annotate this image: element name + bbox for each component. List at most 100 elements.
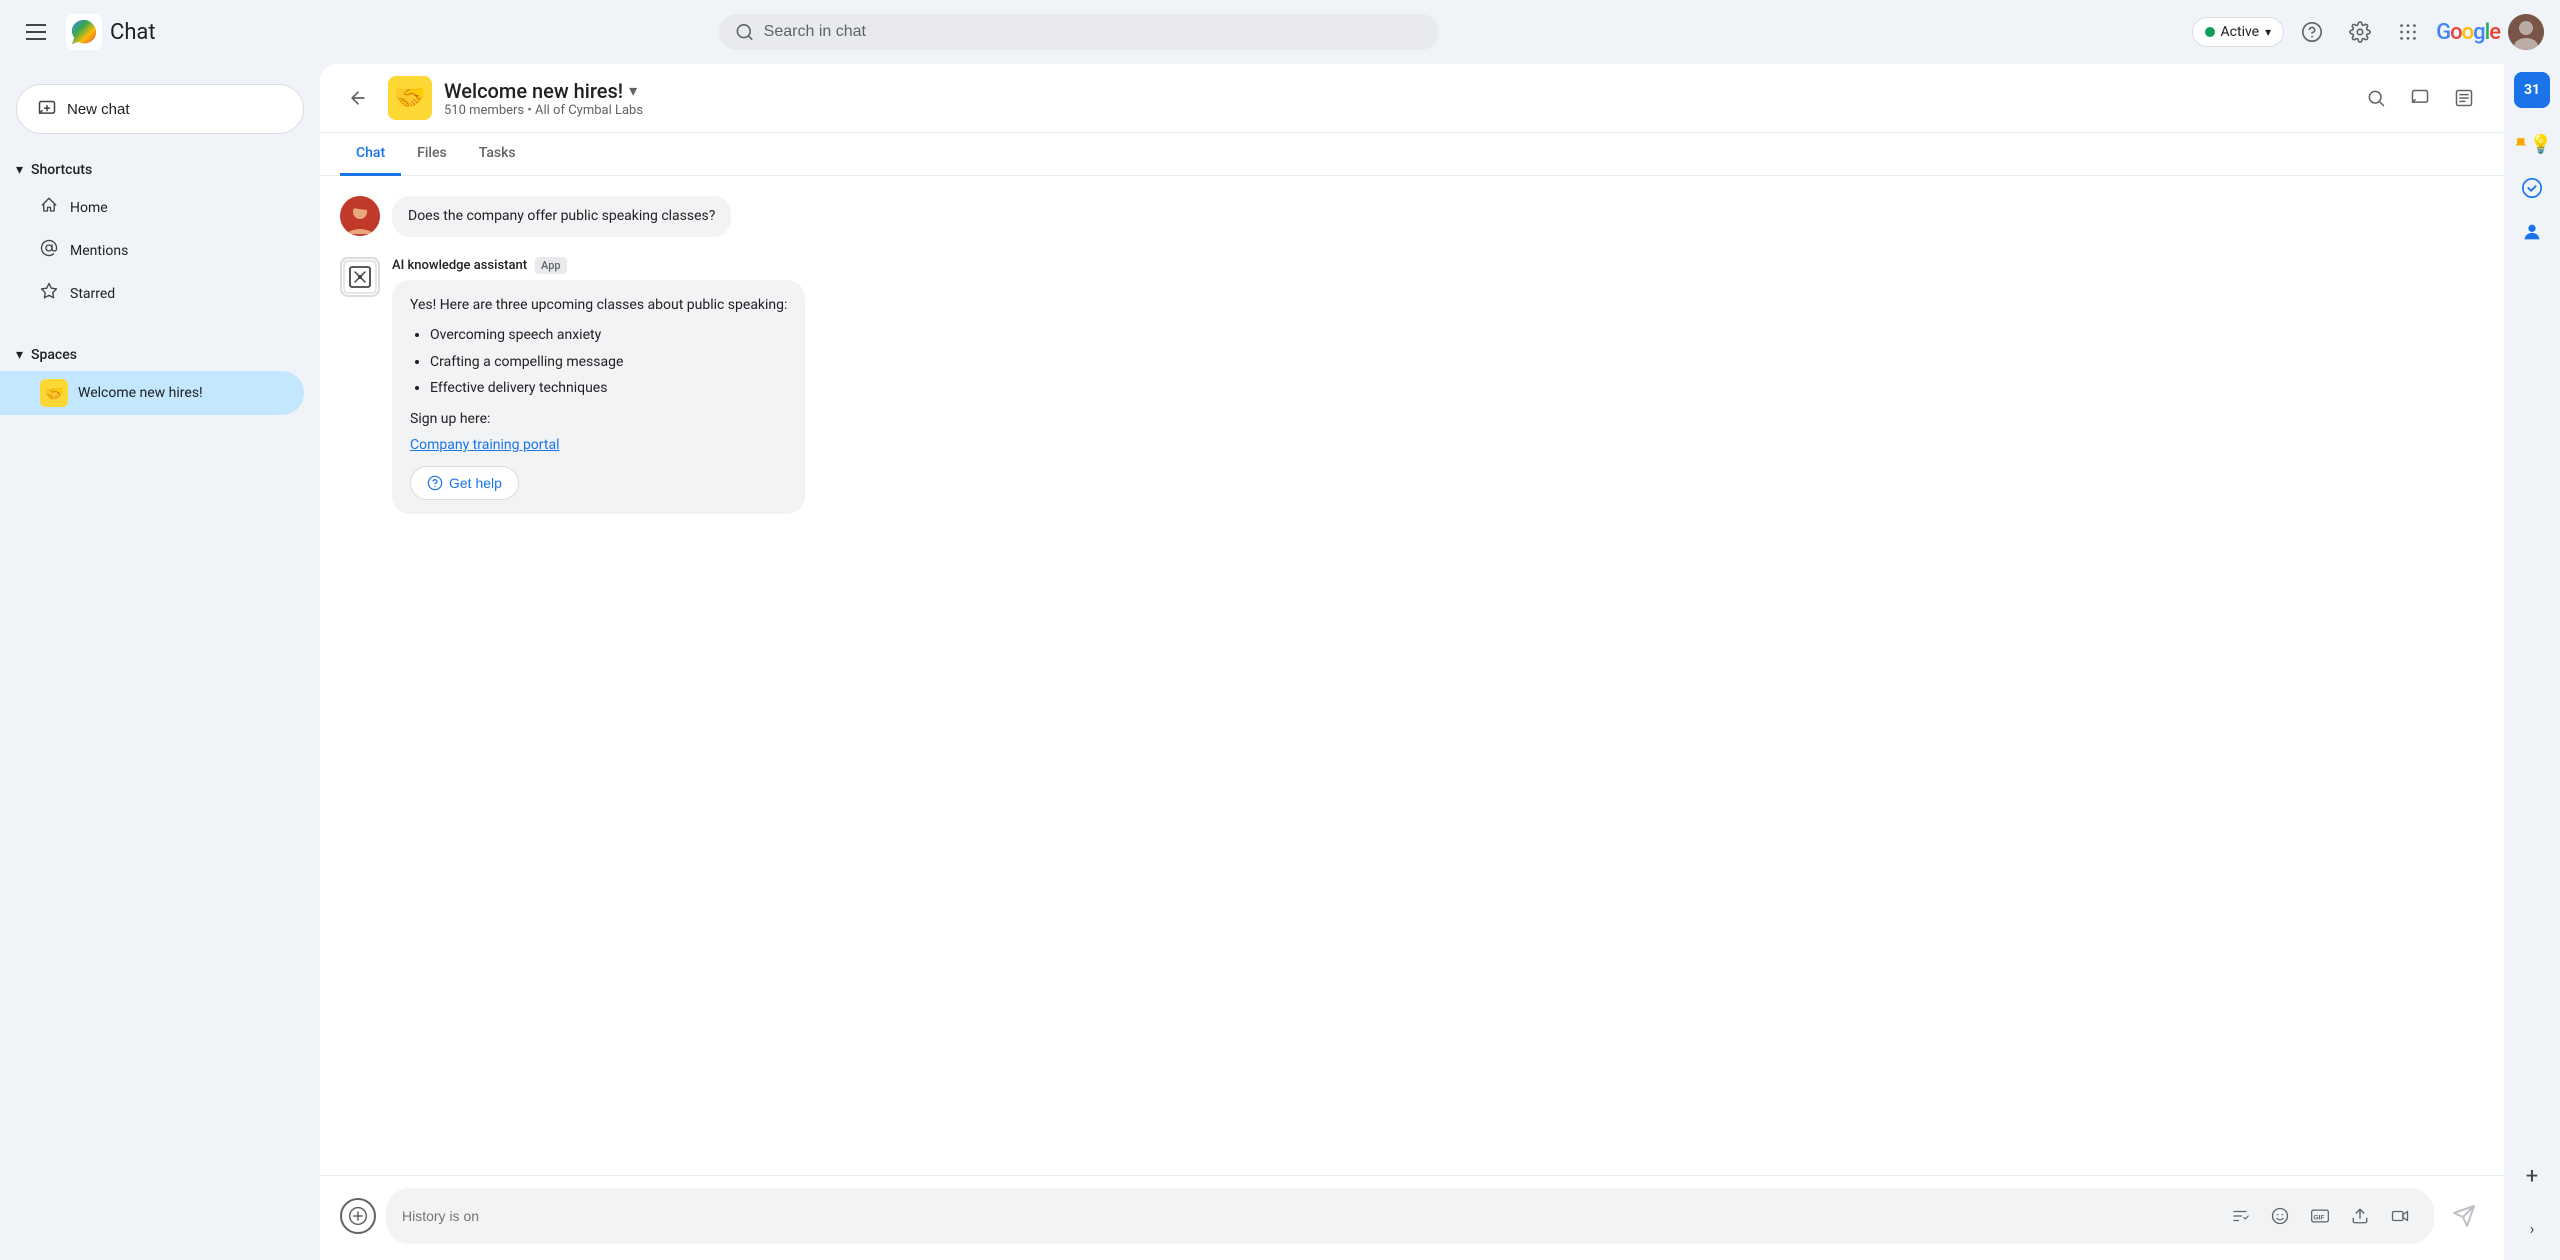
search-input-wrap[interactable] bbox=[719, 14, 1439, 50]
home-icon bbox=[40, 196, 58, 219]
add-apps-button[interactable]: + bbox=[2512, 1156, 2552, 1196]
ai-sender-name: AI knowledge assistant bbox=[392, 258, 527, 273]
sidebar-item-home[interactable]: Home bbox=[0, 186, 304, 229]
settings-icon bbox=[2349, 21, 2371, 43]
app-badge: App bbox=[535, 257, 567, 274]
threads-button[interactable] bbox=[2400, 78, 2440, 118]
input-actions: GIF bbox=[2222, 1198, 2418, 1234]
mentions-icon bbox=[40, 239, 58, 262]
search-input[interactable] bbox=[764, 23, 1423, 41]
ai-bot-icon bbox=[342, 259, 378, 295]
signup-text: Sign up here: bbox=[410, 408, 787, 430]
get-help-button[interactable]: Get help bbox=[410, 466, 519, 500]
shortcuts-label: Shortcuts bbox=[31, 162, 92, 178]
get-help-icon bbox=[427, 475, 443, 491]
right-sidebar: 31 💡 + › bbox=[2504, 64, 2560, 1260]
chat-header-actions bbox=[2356, 78, 2484, 118]
message-input[interactable] bbox=[402, 1208, 2214, 1224]
main-layout: New chat ▾ Shortcuts Home bbox=[0, 64, 2560, 1260]
sidebar-item-starred[interactable]: Starred bbox=[0, 272, 304, 315]
add-attachment-button[interactable] bbox=[340, 1198, 376, 1234]
right-tasks-button[interactable] bbox=[2512, 168, 2552, 208]
right-contacts-button[interactable] bbox=[2512, 212, 2552, 252]
chat-header: 🤝 Welcome new hires! ▾ 510 members • All… bbox=[320, 64, 2504, 133]
gif-icon: GIF bbox=[2310, 1206, 2330, 1226]
new-chat-button[interactable]: New chat bbox=[16, 84, 304, 134]
apps-button[interactable] bbox=[2388, 12, 2428, 52]
send-button[interactable] bbox=[2444, 1196, 2484, 1236]
tab-files[interactable]: Files bbox=[401, 133, 463, 176]
contacts-icon bbox=[2521, 221, 2543, 243]
new-chat-label: New chat bbox=[67, 101, 130, 118]
logo-area: Chat bbox=[66, 14, 156, 50]
summary-button[interactable] bbox=[2444, 78, 2484, 118]
settings-button[interactable] bbox=[2340, 12, 2380, 52]
message-row: Does the company offer public speaking c… bbox=[340, 196, 2484, 237]
spaces-label: Spaces bbox=[31, 347, 77, 363]
chat-area: 🤝 Welcome new hires! ▾ 510 members • All… bbox=[320, 64, 2504, 1260]
video-icon bbox=[2391, 1207, 2409, 1225]
message-input-wrap[interactable]: GIF bbox=[386, 1188, 2434, 1244]
top-bar-right: Active ▾ bbox=[2192, 12, 2544, 52]
emoji-button[interactable] bbox=[2262, 1198, 2298, 1234]
top-bar: Chat Active ▾ bbox=[0, 0, 2560, 64]
ai-sender-line: AI knowledge assistant App bbox=[392, 257, 805, 274]
spaces-chevron-icon: ▾ bbox=[16, 347, 23, 363]
input-bar: GIF bbox=[320, 1175, 2504, 1260]
chevron-down-icon: ▾ bbox=[2265, 25, 2271, 39]
ai-message-bubble: Yes! Here are three upcoming classes abo… bbox=[392, 280, 805, 514]
user-message-avatar bbox=[340, 196, 380, 236]
right-keep-button[interactable]: 💡 bbox=[2512, 124, 2552, 164]
starred-icon bbox=[40, 282, 58, 305]
upload-button[interactable] bbox=[2342, 1198, 2378, 1234]
ai-message-content: AI knowledge assistant App Yes! Here are… bbox=[392, 257, 805, 514]
back-button[interactable] bbox=[340, 80, 376, 116]
profile-pic bbox=[2508, 14, 2544, 50]
shortcuts-header[interactable]: ▾ Shortcuts bbox=[0, 154, 320, 186]
separator: • bbox=[527, 103, 535, 118]
starred-label: Starred bbox=[70, 286, 115, 302]
member-count: 510 members bbox=[444, 103, 524, 118]
ai-list: Overcoming speech anxiety Crafting a com… bbox=[410, 324, 787, 399]
search-bar bbox=[719, 14, 1439, 50]
expand-panel-button[interactable]: › bbox=[2512, 1208, 2552, 1248]
space-title: Welcome new hires! bbox=[444, 79, 623, 103]
active-status-badge[interactable]: Active ▾ bbox=[2192, 17, 2285, 47]
chat-header-subtitle: 510 members • All of Cymbal Labs bbox=[444, 103, 2344, 118]
training-portal-link[interactable]: Company training portal bbox=[410, 437, 559, 453]
help-button[interactable] bbox=[2292, 12, 2332, 52]
sidebar-item-welcome-new-hires[interactable]: 🤝 Welcome new hires! bbox=[0, 371, 304, 415]
video-button[interactable] bbox=[2382, 1198, 2418, 1234]
google-logo: Google bbox=[2436, 20, 2500, 45]
right-calendar-button[interactable]: 31 bbox=[2514, 72, 2550, 108]
send-icon bbox=[2452, 1204, 2476, 1228]
back-arrow-icon bbox=[348, 88, 368, 108]
active-dot bbox=[2205, 27, 2215, 37]
sidebar-item-mentions[interactable]: Mentions bbox=[0, 229, 304, 272]
chat-tabs: Chat Files Tasks bbox=[320, 133, 2504, 176]
active-label: Active bbox=[2221, 24, 2260, 40]
tab-chat[interactable]: Chat bbox=[340, 133, 401, 176]
ai-intro-text: Yes! Here are three upcoming classes abo… bbox=[410, 294, 787, 316]
new-chat-icon bbox=[37, 99, 57, 119]
upload-icon bbox=[2351, 1207, 2369, 1225]
mentions-label: Mentions bbox=[70, 243, 128, 259]
plus-icon bbox=[348, 1206, 368, 1226]
chat-header-info: Welcome new hires! ▾ 510 members • All o… bbox=[444, 79, 2344, 118]
app-title: Chat bbox=[110, 20, 156, 45]
space-header-emoji: 🤝 bbox=[388, 76, 432, 120]
text-format-button[interactable] bbox=[2222, 1198, 2258, 1234]
summary-icon bbox=[2454, 88, 2474, 108]
home-label: Home bbox=[70, 200, 108, 216]
gif-button[interactable]: GIF bbox=[2302, 1198, 2338, 1234]
search-in-chat-button[interactable] bbox=[2356, 78, 2396, 118]
spaces-header[interactable]: ▾ Spaces bbox=[0, 339, 320, 371]
chat-header-title[interactable]: Welcome new hires! ▾ bbox=[444, 79, 2344, 103]
user-avatar[interactable] bbox=[2508, 14, 2544, 50]
ai-message-row: AI knowledge assistant App Yes! Here are… bbox=[340, 257, 2484, 514]
list-item-1: Overcoming speech anxiety bbox=[430, 324, 787, 346]
svg-text:GIF: GIF bbox=[2313, 1214, 2324, 1221]
help-icon bbox=[2301, 21, 2323, 43]
menu-icon[interactable] bbox=[16, 12, 56, 52]
tab-tasks[interactable]: Tasks bbox=[463, 133, 532, 176]
